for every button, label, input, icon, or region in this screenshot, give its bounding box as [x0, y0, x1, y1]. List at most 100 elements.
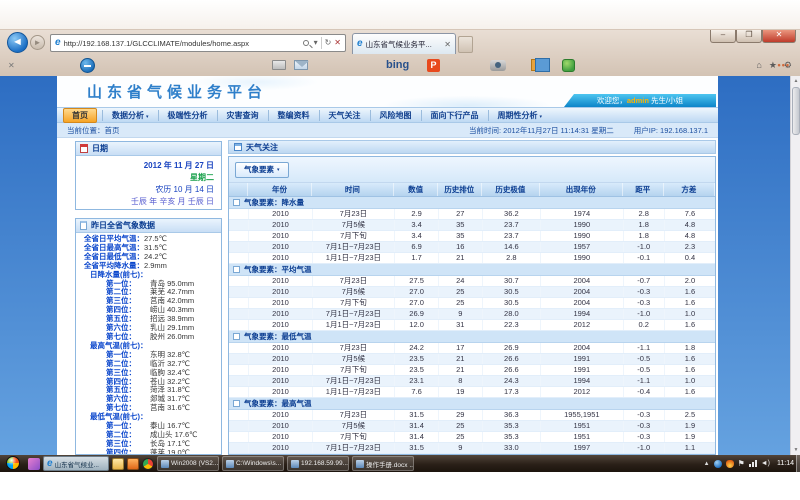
explorer-icon[interactable]	[112, 458, 124, 470]
cell-variance: 1.6	[664, 354, 715, 364]
hidden-icons-chevron[interactable]: ▲	[704, 461, 710, 467]
table-row[interactable]: 20107月1日~7月23日6.91614.61957-1.02.3	[229, 242, 715, 253]
cell-rank: 25	[438, 432, 482, 442]
table-row[interactable]: 20107月23日2.92736.219742.87.6	[229, 209, 715, 220]
action-center-flag-icon[interactable]: ⚑	[738, 459, 745, 468]
flame-tray-icon[interactable]	[726, 460, 734, 468]
pinned-app-icon-orange[interactable]	[127, 458, 139, 470]
scroll-up-arrow[interactable]: ▲	[791, 78, 800, 84]
address-bar[interactable]: e http://192.168.137.1/GLCCLIMATE/module…	[50, 34, 346, 52]
browser-tab[interactable]: e 山东省气候业务平... ✕	[352, 33, 456, 54]
forward-button[interactable]: ►	[30, 35, 45, 50]
expand-icon[interactable]	[233, 266, 240, 273]
stop-icon[interactable]: ✕	[334, 35, 341, 51]
card-icon[interactable]	[272, 60, 286, 70]
column-header[interactable]: 方差	[664, 183, 715, 196]
bing-logo[interactable]: bing	[386, 59, 409, 71]
network-globe-icon[interactable]	[714, 460, 722, 468]
nav-item-periodic-analysis[interactable]: 周期性分析▾	[488, 110, 552, 121]
plugin-badge-icon[interactable]	[80, 58, 95, 73]
column-header[interactable]: 历史排位	[438, 183, 482, 196]
table-row[interactable]: 20107月5候23.52126.61991-0.51.6	[229, 354, 715, 365]
table-row[interactable]: 20107月5候31.42535.31951-0.31.9	[229, 421, 715, 432]
camera-icon[interactable]	[490, 60, 506, 71]
table-row[interactable]: 20107月下旬3.43523.719901.84.8	[229, 231, 715, 242]
table-row[interactable]: 20101月1日~7月23日12.03122.320120.21.6	[229, 320, 715, 331]
start-button[interactable]	[6, 456, 20, 470]
cell-anomaly: -1.1	[623, 343, 664, 353]
table-row[interactable]: 20107月5候27.02530.52004-0.31.6	[229, 287, 715, 298]
expand-icon[interactable]	[233, 333, 240, 340]
nav-item-home[interactable]: 首页	[63, 108, 97, 123]
tmax-rank-item: 第五位：菏泽 31.8℃	[76, 386, 221, 395]
group-header[interactable]: 气象要素：最低气温	[229, 331, 715, 343]
toolbar-close-icon[interactable]: ✕	[8, 61, 15, 70]
task-button[interactable]: Win2008 (VS2...	[157, 456, 219, 471]
task-button[interactable]: 操作手册.docx ...	[352, 456, 414, 471]
table-row[interactable]: 20107月5候3.43523.719901.84.8	[229, 220, 715, 231]
search-dropdown-icon[interactable]: ▾	[314, 35, 318, 51]
back-button[interactable]: ◄	[7, 32, 28, 53]
expand-icon[interactable]	[233, 400, 240, 407]
mail-icon[interactable]	[294, 60, 308, 70]
nav-item-disaster-query[interactable]: 灾害查询	[217, 110, 268, 121]
column-header[interactable]: 年份	[248, 183, 311, 196]
table-row[interactable]: 20107月下旬23.52126.61991-0.51.6	[229, 365, 715, 376]
new-tab-button[interactable]	[458, 36, 473, 53]
weather-box: 昨日全省气象数据 全省日平均气温：27.5℃ 全省日最高气温：31.5℃ 全省日…	[75, 218, 222, 455]
nav-item-extreme-analysis[interactable]: 极端性分析	[158, 110, 217, 121]
column-header[interactable]: 历史极值	[482, 183, 540, 196]
task-button[interactable]: 192.168.59.99...	[287, 456, 349, 471]
scrollbar-thumb[interactable]	[792, 87, 800, 135]
volume-icon[interactable]: ◄)	[761, 460, 770, 467]
maximize-button[interactable]: ❐	[736, 30, 762, 43]
group-header[interactable]: 气象要素：降水量	[229, 197, 715, 209]
tray-clock[interactable]: 11:14	[777, 460, 794, 467]
vertical-scrollbar[interactable]: ▲ ▼	[790, 76, 800, 455]
table-row[interactable]: 20107月1日~7月23日23.1824.31994-1.11.0	[229, 376, 715, 387]
active-task-button[interactable]: e山东省气候业...	[43, 456, 109, 471]
nav-item-weather-watch[interactable]: 天气关注	[319, 110, 370, 121]
column-header[interactable]: 距平	[623, 183, 664, 196]
network-bars-icon[interactable]	[749, 460, 757, 467]
pinyin-p-icon[interactable]: P	[427, 59, 440, 72]
group-header[interactable]: 气象要素：平均气温	[229, 264, 715, 276]
close-button[interactable]: ✕	[762, 30, 796, 43]
element-filter-button[interactable]: 气象要素▾	[235, 162, 289, 178]
cell-year: 2010	[248, 287, 311, 297]
refresh-icon[interactable]: ↻	[325, 35, 332, 51]
column-header[interactable]: 数值	[394, 183, 438, 196]
nav-item-downstream-products[interactable]: 面向下行产品	[421, 110, 488, 121]
group-header[interactable]: 气象要素：最高气温	[229, 398, 715, 410]
green-plugin-icon[interactable]	[562, 59, 575, 72]
column-header[interactable]: 出现年份	[540, 183, 623, 196]
table-row[interactable]: 20107月23日24.21726.92004-1.11.8	[229, 343, 715, 354]
scroll-down-arrow[interactable]: ▼	[791, 447, 800, 453]
tmax-rank-item: 第六位：郯城 31.7℃	[76, 395, 221, 404]
browser-app-icon[interactable]	[142, 458, 154, 470]
table-row[interactable]: 20107月下旬31.42535.31951-0.31.9	[229, 432, 715, 443]
nav-item-data-analysis[interactable]: 数据分析▾	[102, 110, 158, 121]
more-tools-dots[interactable]: •••	[778, 60, 790, 70]
cell-extreme: 35.3	[482, 432, 540, 442]
photos-icon[interactable]	[531, 59, 544, 71]
table-row[interactable]: 20107月1日~7月23日26.9928.01994-1.01.0	[229, 309, 715, 320]
table-row[interactable]: 20107月下旬27.02530.52004-0.31.6	[229, 298, 715, 309]
table-row[interactable]: 20101月1日~7月23日7.61917.32012-0.41.6	[229, 387, 715, 398]
minimize-button[interactable]: –	[710, 30, 736, 43]
nav-item-risk-map[interactable]: 风险地图	[370, 110, 421, 121]
table-row[interactable]: 20107月1日~7月23日31.5933.01997-1.01.1	[229, 443, 715, 454]
search-icon[interactable]	[303, 40, 309, 46]
table-row[interactable]: 20107月23日31.52936.31955,1951-0.32.5	[229, 410, 715, 421]
nav-item-compiled-data[interactable]: 整编资料	[268, 110, 319, 121]
pinned-app-icon[interactable]	[28, 458, 40, 470]
cell-time: 7月下旬	[312, 298, 395, 308]
table-row[interactable]: 20101月1日~7月23日1.7212.81990-0.10.4	[229, 253, 715, 264]
column-header[interactable]: 时间	[312, 183, 395, 196]
task-button[interactable]: C:\Windows\s...	[222, 456, 284, 471]
table-row[interactable]: 20107月23日27.52430.72004-0.72.0	[229, 276, 715, 287]
show-desktop-button[interactable]	[796, 455, 800, 472]
tmax-rank-item: 第四位：苍山 32.2℃	[76, 378, 221, 387]
tab-close-icon[interactable]: ✕	[444, 40, 451, 49]
expand-icon[interactable]	[233, 199, 240, 206]
